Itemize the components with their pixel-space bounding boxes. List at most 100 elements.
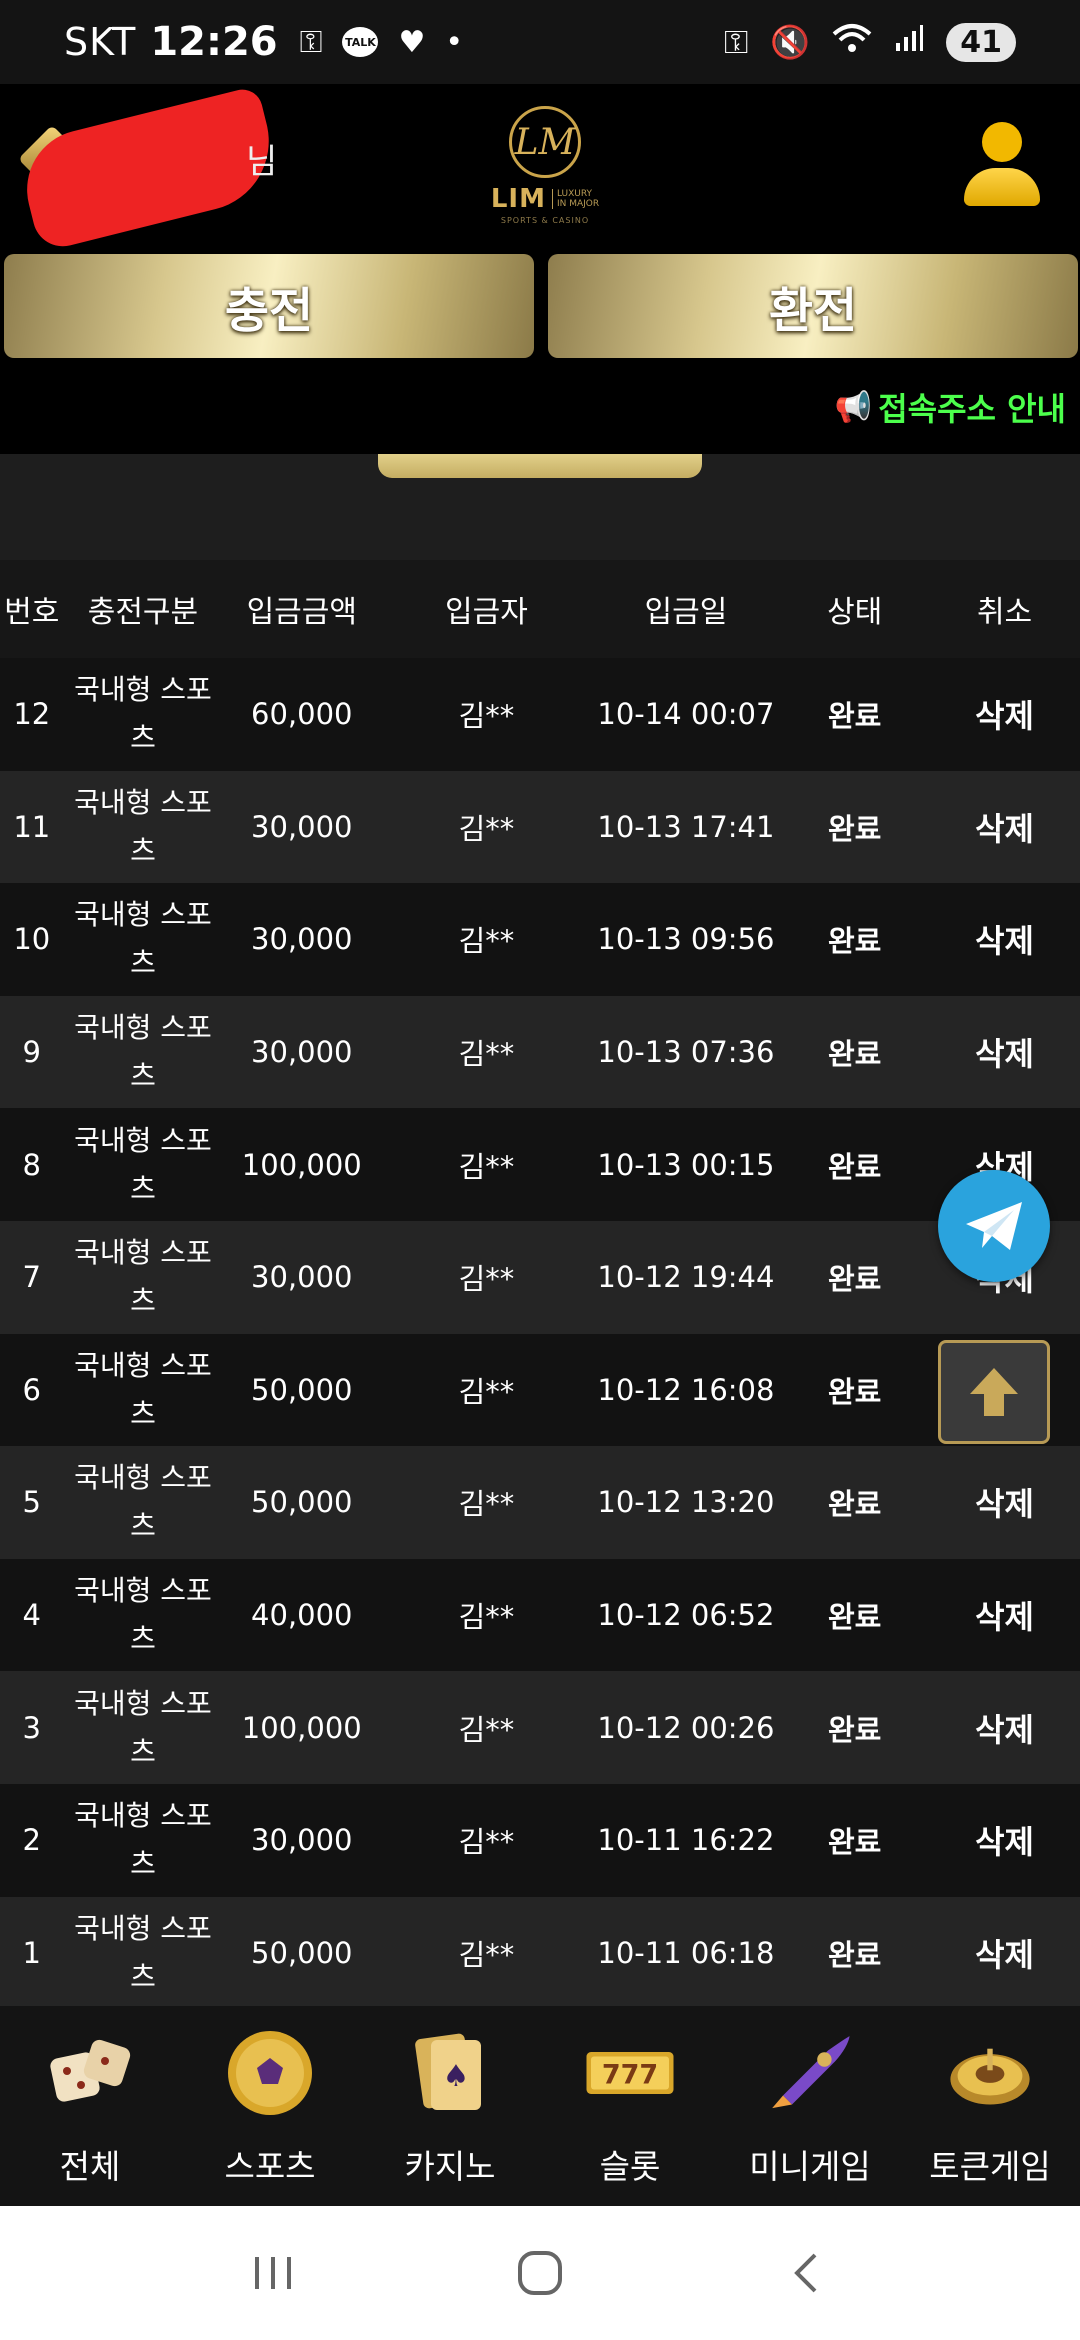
nav-casino-label: 카지노: [404, 2147, 496, 2186]
row-delete-button[interactable]: 삭제: [929, 1479, 1080, 1525]
row-delete-button[interactable]: 삭제: [929, 1817, 1080, 1863]
row-status: 완료: [827, 1037, 882, 1072]
row-delete-button[interactable]: 삭제: [929, 1029, 1080, 1075]
row-amount: 50,000: [251, 1935, 353, 1970]
paper-plane-icon: [966, 1202, 1022, 1250]
row-depositor: 김**: [458, 1600, 515, 1635]
signal-icon: [894, 23, 924, 61]
row-status: 완료: [827, 699, 882, 734]
row-charge-type: 국내형 스포 츠: [74, 898, 212, 980]
row-depositor: 김**: [458, 811, 515, 846]
row-charge-type: 국내형 스포 츠: [74, 1574, 212, 1656]
row-delete-button[interactable]: 삭제: [929, 1592, 1080, 1638]
header-number: 번호: [4, 595, 60, 630]
table-row: 2 국내형 스포 츠 30,000 김** 10-11 16:22 완료 삭제: [0, 1783, 1080, 1897]
heart-icon: ♥: [398, 24, 426, 60]
address-notice-link[interactable]: 📢 접속주소 안내: [835, 384, 1066, 430]
row-delete-button[interactable]: 삭제: [929, 804, 1080, 850]
row-number: 1: [22, 1935, 41, 1970]
row-number: 9: [22, 1035, 41, 1070]
row-amount: 30,000: [251, 1823, 353, 1858]
nav-all[interactable]: 전체: [0, 2006, 180, 2206]
battery-indicator: 41: [946, 22, 1016, 62]
profile-icon[interactable]: [964, 122, 1040, 206]
table-row: 6 국내형 스포츠 50,000 김** 10-12 16:08 완료 삭제: [0, 1333, 1080, 1447]
row-charge-type: 국내형 스포 츠: [74, 785, 212, 867]
row-amount: 100,000: [241, 1147, 362, 1182]
home-icon[interactable]: [514, 2247, 566, 2299]
row-delete-button[interactable]: 삭제: [929, 1930, 1080, 1976]
telegram-button[interactable]: [938, 1170, 1050, 1282]
vpn-key-icon: ⚿: [724, 22, 749, 61]
row-depositor: 김**: [458, 1262, 515, 1297]
header-charge-type: 충전구분: [87, 595, 199, 630]
wifi-icon: [832, 22, 872, 62]
row-charge-type: 국내형 스포 츠: [74, 1348, 212, 1430]
row-amount: 40,000: [251, 1598, 353, 1633]
row-number: 11: [13, 809, 51, 844]
carrier-label: SKT: [64, 20, 137, 64]
row-depositor: 김**: [458, 1487, 515, 1522]
row-depositor: 김**: [458, 1937, 515, 1972]
table-row: 11 국내형 스포 츠 30,000 김** 10-13 17:41 완료 삭제: [0, 770, 1080, 884]
row-number: 5: [22, 1485, 41, 1520]
row-number: 10: [13, 922, 51, 957]
status-bar: SKT 12:26 ⚿ TALK ♥ • ⚿ 🔇 41: [0, 0, 1080, 84]
row-date: 10-12 06:52: [597, 1598, 775, 1633]
nav-token-game-label: 토큰게임: [929, 2147, 1051, 2186]
table-row: 10 국내형 스포 츠 30,000 김** 10-13 09:56 완료 삭제: [0, 883, 1080, 996]
nav-slot[interactable]: 777 슬롯: [540, 2006, 720, 2206]
slot-777-icon: 777: [585, 2028, 675, 2118]
row-date: 10-13 17:41: [597, 809, 775, 844]
nav-sports-label: 스포츠: [224, 2147, 316, 2186]
nav-casino[interactable]: ♠ 카지노: [360, 2006, 540, 2206]
row-date: 10-14 00:07: [597, 697, 775, 732]
nav-token-game[interactable]: 토큰게임: [900, 2006, 1080, 2206]
header-amount: 입금금액: [246, 595, 357, 630]
row-amount: 50,000: [251, 1372, 353, 1407]
logo-emblem: LM: [509, 106, 581, 178]
back-icon[interactable]: [783, 2249, 831, 2297]
system-icons: ⚿ 🔇 41: [724, 22, 1016, 62]
row-date: 10-12 00:26: [597, 1710, 775, 1745]
key-notification-icon: ⚿: [299, 24, 323, 60]
row-delete-button[interactable]: 삭제: [929, 1705, 1080, 1751]
table-row: 5 국내형 스포 츠 50,000 김** 10-12 13:20 완료 삭제: [0, 1446, 1080, 1559]
header-status: 상태: [827, 595, 883, 630]
recent-apps-icon[interactable]: [249, 2249, 297, 2297]
soccer-ball-icon: [225, 2028, 315, 2118]
row-depositor: 김**: [458, 1374, 515, 1409]
row-number: 12: [13, 697, 51, 732]
row-date: 10-11 16:22: [597, 1823, 775, 1858]
address-notice-label: 접속주소 안내: [878, 390, 1066, 428]
row-date: 10-11 06:18: [597, 1935, 775, 1970]
row-number: 8: [22, 1147, 41, 1182]
site-logo[interactable]: LM LIM LUXURY IN MAJOR SPORTS & CASINO: [470, 106, 620, 226]
nav-sports[interactable]: 스포츠: [180, 2006, 360, 2206]
exchange-button[interactable]: 환전: [548, 254, 1078, 358]
row-number: 6: [22, 1372, 41, 1407]
deposit-table-header: 번호 충전구분 입금금액 입금자 입금일 상태 취소: [0, 560, 1080, 658]
user-info[interactable]: 님: [14, 85, 284, 253]
row-date: 10-12 13:20: [597, 1485, 775, 1520]
row-delete-button[interactable]: 삭제: [929, 691, 1080, 737]
row-status: 완료: [827, 1825, 882, 1860]
user-name-suffix: 님: [246, 142, 278, 182]
row-number: 3: [22, 1710, 41, 1745]
logo-sub-line1: LUXURY: [556, 189, 593, 199]
row-number: 4: [22, 1598, 41, 1633]
nav-minigame[interactable]: 미니게임: [720, 2006, 900, 2206]
row-delete-button[interactable]: 삭제: [929, 916, 1080, 962]
row-number: 2: [22, 1823, 41, 1858]
header-cancel: 취소: [976, 595, 1033, 630]
mute-icon: 🔇: [770, 23, 811, 61]
row-amount: 50,000: [251, 1485, 353, 1520]
table-row: 9 국내형 스포 츠 30,000 김** 10-13 07:36 완료 삭제: [0, 995, 1080, 1109]
deposit-table-body: 12 국내형 스포 츠 60,000 김** 10-14 00:07 완료 삭제 …: [0, 658, 1080, 2010]
row-status: 완료: [827, 1487, 882, 1522]
row-depositor: 김**: [458, 699, 515, 734]
row-charge-type: 국내형 스포 츠: [74, 1461, 212, 1543]
scroll-to-top-button[interactable]: [938, 1340, 1050, 1444]
clock: 12:26: [150, 19, 278, 65]
charge-button[interactable]: 충전: [4, 254, 534, 358]
